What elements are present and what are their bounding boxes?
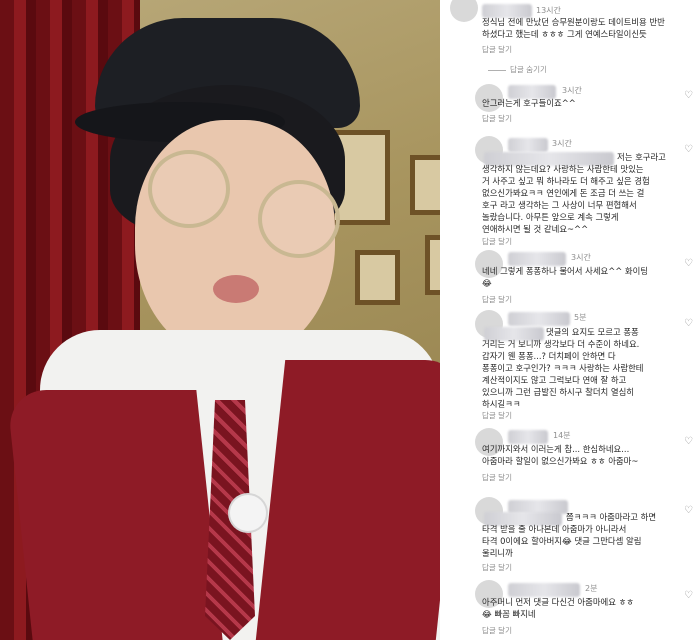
lapel-microphone <box>230 495 266 531</box>
wall-picture-frame <box>410 155 440 215</box>
username-blurred[interactable] <box>508 312 570 326</box>
red-vest-left <box>6 390 224 640</box>
username-blurred[interactable] <box>508 252 566 266</box>
like-heart-icon[interactable]: ♡ <box>684 505 693 516</box>
username-blurred[interactable] <box>508 583 580 597</box>
like-heart-icon[interactable]: ♡ <box>684 90 693 101</box>
selfie-photo <box>0 0 440 640</box>
hide-replies-link[interactable]: 답글 숨기기 <box>488 64 547 75</box>
reply-link[interactable]: 답글 달기 <box>482 410 512 421</box>
comment-time: 14분 <box>553 431 571 440</box>
comment-time: 5분 <box>574 313 587 322</box>
username-blurred[interactable] <box>508 138 548 152</box>
reply-link[interactable]: 답글 달기 <box>482 44 512 55</box>
wall-picture-frame <box>425 235 440 295</box>
wall-picture-frame <box>355 250 400 305</box>
comment-time: 3시간 <box>552 139 572 148</box>
comment-time: 13시간 <box>536 6 561 15</box>
comment-text: 안그러는게 호구들이죠^^ <box>482 98 576 108</box>
comment-thread[interactable]: 13시간 정식님 전에 만났던 승무원분이랑도 데이트비용 반반 하셨다고 했는… <box>440 0 700 640</box>
reply-link[interactable]: 답글 달기 <box>482 472 512 483</box>
like-heart-icon[interactable]: ♡ <box>684 318 693 329</box>
red-vest-right <box>254 360 440 640</box>
reply-link[interactable]: 답글 달기 <box>482 113 512 124</box>
reply-link[interactable]: 답글 달기 <box>482 236 512 247</box>
username-blurred[interactable] <box>508 430 548 444</box>
reply-link[interactable]: 답글 달기 <box>482 625 512 636</box>
like-heart-icon[interactable]: ♡ <box>684 144 693 155</box>
comment-time: 2분 <box>585 584 598 593</box>
comment-text: 쯤ㅋㅋㅋ 아줌마라고 하면 타격 받을 줄 아나본데 아줌마가 아니라서 타격 … <box>482 512 657 558</box>
glasses-left-lens <box>148 150 230 228</box>
avatar[interactable] <box>450 0 478 22</box>
comment-text: 댓글의 요지도 모르고 퐁퐁 거리는 거 보니까 생각보다 더 수준이 하네요.… <box>482 327 644 409</box>
comment-text: 네네 그렇게 퐁퐁하나 물어서 사세요^^ 화이팅 😂 <box>482 266 649 288</box>
like-heart-icon[interactable]: ♡ <box>684 436 693 447</box>
like-heart-icon[interactable]: ♡ <box>684 590 693 601</box>
comment-text: 저는 호구라고 생각하지 않는데요? 사랑하는 사람한테 맛있는 거 사주고 싶… <box>482 152 666 234</box>
reply-link[interactable]: 답글 달기 <box>482 294 512 305</box>
comment-text: 여기까지와서 이러는게 참... 한심하네요... 아줌마라 할일이 없으신가봐… <box>482 444 639 466</box>
comment-time: 3시간 <box>562 86 582 95</box>
comment-text: 아주머니 먼저 댓글 다신건 아줌마에요 ㅎㅎ 😂 빠꼼 빠지네 <box>482 597 634 619</box>
glasses-right-lens <box>258 180 340 258</box>
reply-link[interactable]: 답글 달기 <box>482 562 512 573</box>
puffed-mouth <box>213 275 259 303</box>
comment-text: 정식님 전에 만났던 승무원분이랑도 데이트비용 반반 하셨다고 했는데 ㅎㅎㅎ… <box>482 17 665 39</box>
like-heart-icon[interactable]: ♡ <box>684 258 693 269</box>
comment-time: 3시간 <box>571 253 591 262</box>
